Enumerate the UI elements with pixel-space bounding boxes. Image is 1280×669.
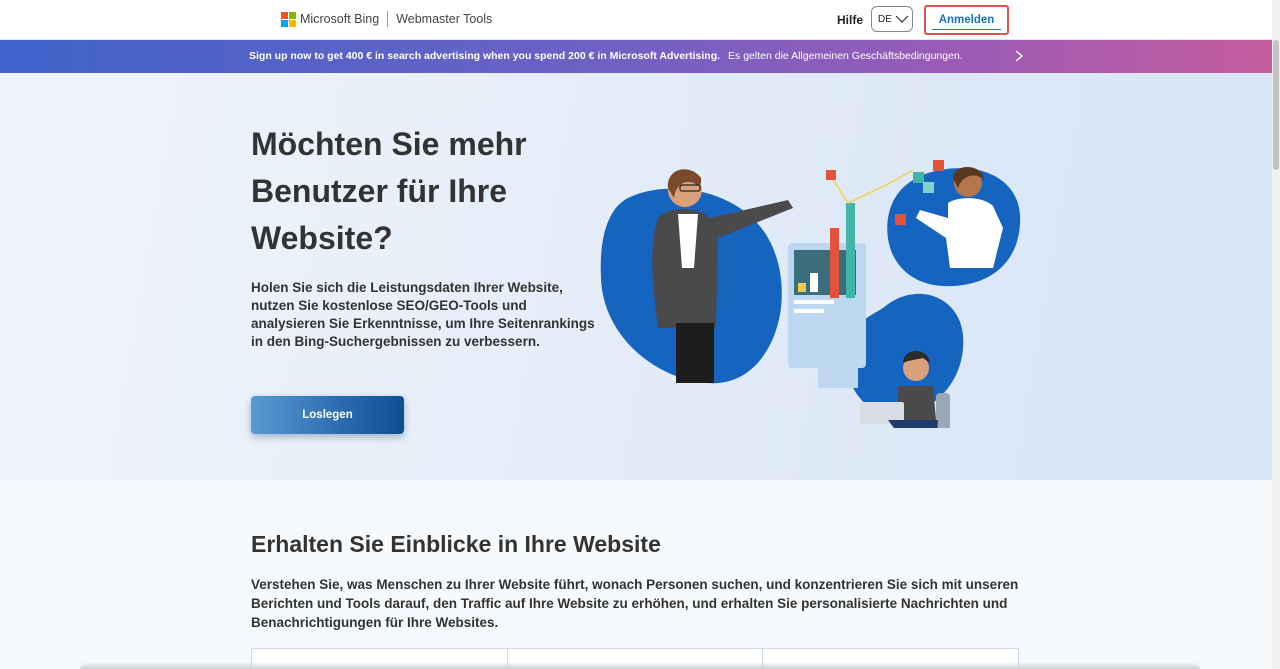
- bottom-shadow: [80, 662, 1200, 669]
- node-red-2: [933, 160, 944, 171]
- promo-message: Sign up now to get 400 € in search adver…: [249, 50, 963, 62]
- page-scrollbar[interactable]: [1272, 0, 1280, 669]
- brand-link[interactable]: Microsoft Bing Webmaster Tools: [281, 11, 492, 27]
- get-started-button[interactable]: Loslegen: [251, 396, 404, 434]
- promo-terms-text: Es gelten die Allgemeinen Geschäftsbedin…: [728, 50, 963, 62]
- brand-name: Microsoft Bing: [300, 12, 380, 26]
- logo-square-yellow: [289, 19, 296, 27]
- node-teal-2: [923, 182, 934, 193]
- hero-description: Holen Sie sich die Leistungsdaten Ihrer …: [251, 280, 595, 349]
- product-name: Webmaster Tools: [396, 12, 493, 26]
- logo-square-green: [289, 11, 296, 19]
- chart-bar-teal: [846, 203, 855, 298]
- language-select[interactable]: DE: [871, 6, 913, 32]
- language-value: DE: [878, 13, 892, 25]
- hero-illustration: [600, 160, 1021, 428]
- chart-bar-orange: [830, 228, 839, 298]
- help-link[interactable]: Hilfe: [837, 13, 863, 27]
- logo-square-blue: [281, 19, 288, 27]
- logo-square-red: [281, 11, 288, 19]
- presenter-legs: [676, 323, 714, 383]
- signin-label: Anmelden: [938, 14, 995, 26]
- promo-offer-text: Sign up now to get 400 € in search adver…: [249, 50, 721, 62]
- promo-banner[interactable]: Sign up now to get 400 € in search adver…: [0, 40, 1272, 73]
- dash-bar-2: [810, 273, 818, 292]
- insights-section: Erhalten Sie Einblicke in Ihre Website V…: [0, 480, 1272, 669]
- microsoft-logo-icon: [281, 11, 296, 27]
- dash-stand: [818, 358, 858, 388]
- developer-chair: [936, 393, 950, 428]
- hero-section: Möchten Sie mehr Benutzer für Ihre Websi…: [0, 73, 1272, 480]
- hero-title: Möchten Sie mehr Benutzer für Ihre Websi…: [251, 126, 527, 256]
- brand-divider: [387, 11, 389, 27]
- insights-title: Erhalten Sie Einblicke in Ihre Website: [251, 531, 661, 557]
- get-started-label: Loslegen: [302, 409, 353, 421]
- top-header: Microsoft Bing Webmaster Tools Hilfe DE …: [0, 0, 1272, 40]
- developer-legs: [888, 420, 938, 428]
- node-teal-1: [913, 172, 924, 183]
- dash-bar-1: [798, 283, 806, 292]
- scrollbar-thumb[interactable]: [1273, 40, 1279, 170]
- node-red-1: [826, 170, 836, 180]
- chevron-down-icon: [895, 15, 909, 23]
- dash-line-1: [794, 300, 834, 304]
- chevron-right-icon[interactable]: [1014, 49, 1024, 63]
- insights-description: Verstehen Sie, was Menschen zu Ihrer Web…: [251, 577, 1019, 630]
- signin-button[interactable]: Anmelden: [924, 5, 1009, 35]
- dash-line-2: [794, 309, 824, 313]
- node-red-3: [895, 214, 906, 225]
